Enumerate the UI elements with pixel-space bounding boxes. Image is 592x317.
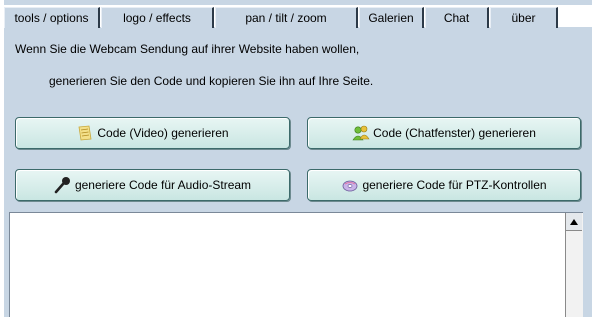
microphone-icon <box>54 176 72 194</box>
people-icon <box>352 124 370 142</box>
generate-ptz-code-button[interactable]: generiere Code für PTZ-Kontrollen <box>307 169 581 201</box>
generate-audio-code-button[interactable]: generiere Code für Audio-Stream <box>15 169 290 201</box>
vertical-scrollbar[interactable] <box>565 213 583 317</box>
generate-chat-code-label: Code (Chatfenster) generieren <box>373 126 536 140</box>
generate-audio-code-label: generiere Code für Audio-Stream <box>74 178 252 192</box>
generate-ptz-code-label: generiere Code für PTZ-Kontrollen <box>362 178 547 192</box>
tab-pan-tilt-zoom[interactable]: pan / tilt / zoom <box>215 7 358 28</box>
notepad-icon <box>76 124 94 142</box>
tab-bar: tools / options logo / effects pan / til… <box>4 5 592 28</box>
description-line-1: Wenn Sie die Webcam Sendung auf ihrer We… <box>15 42 360 56</box>
generate-chat-code-button[interactable]: Code (Chatfenster) generieren <box>307 117 581 149</box>
arrow-up-icon <box>570 218 578 225</box>
generate-video-code-label: Code (Video) generieren <box>97 126 229 140</box>
description-line-2: generieren Sie den Code und kopieren Sie… <box>49 74 374 88</box>
tab-ueber[interactable]: über <box>490 7 558 28</box>
scroll-up-button[interactable] <box>566 213 582 231</box>
tab-chat[interactable]: Chat <box>425 7 489 28</box>
tab-logo-effects[interactable]: logo / effects <box>101 7 214 28</box>
tab-galerien[interactable]: Galerien <box>359 7 424 28</box>
tab-tools-options[interactable]: tools / options <box>4 7 100 28</box>
code-output-area[interactable] <box>9 212 583 317</box>
generate-video-code-button[interactable]: Code (Video) generieren <box>15 117 290 149</box>
disc-icon <box>341 176 359 194</box>
